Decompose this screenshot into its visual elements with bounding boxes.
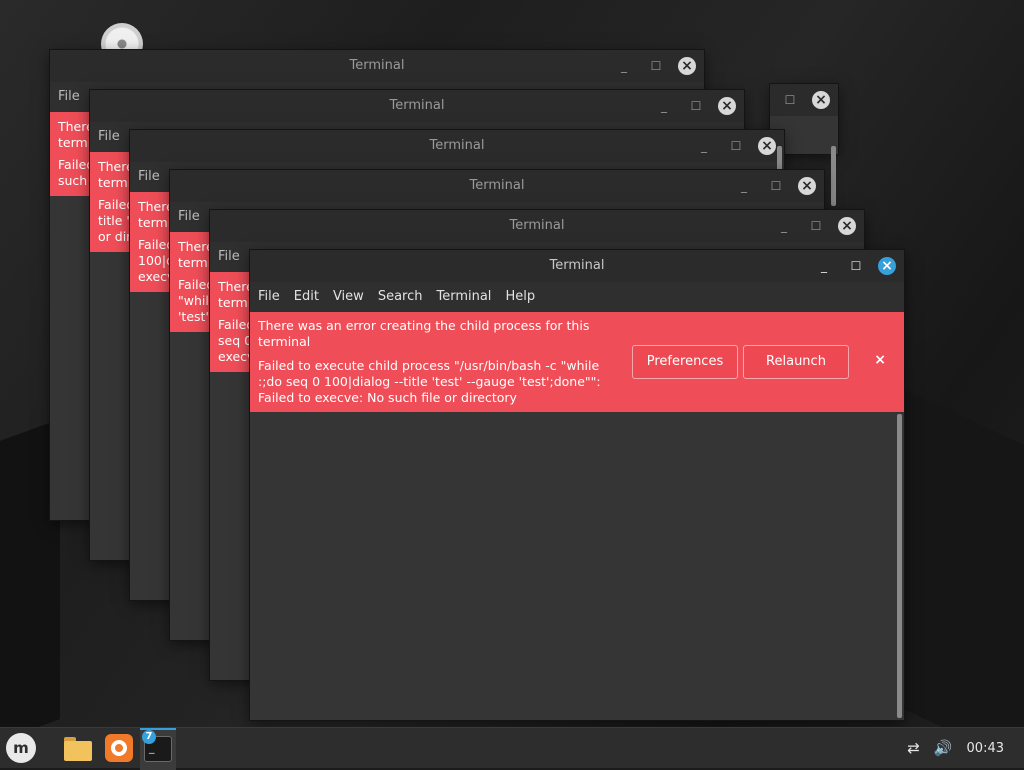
window-controls: _ ☐ × (614, 56, 696, 76)
window-title: Terminal (170, 170, 824, 202)
maximize-icon[interactable]: ☐ (726, 136, 746, 156)
menu-file[interactable]: File (258, 282, 280, 312)
scrollbar[interactable] (831, 146, 836, 206)
relaunch-button[interactable]: Relaunch (743, 345, 849, 379)
menu-file[interactable]: File (138, 162, 160, 192)
close-icon[interactable]: × (878, 257, 896, 275)
desktop: ☐ × Terminal _ ☐ × File There termi Fail… (0, 0, 1024, 728)
window-controls: _ ☐ × (734, 176, 816, 196)
maximize-icon[interactable]: ☐ (780, 90, 800, 110)
minimize-icon[interactable]: _ (614, 56, 634, 76)
close-icon[interactable]: × (812, 91, 830, 109)
error-infobar: There was an error creating the child pr… (250, 312, 904, 412)
menu-file[interactable]: File (98, 122, 120, 152)
window-title: Terminal (90, 90, 744, 122)
error-message: There was an error creating the child pr… (258, 318, 618, 408)
close-icon[interactable]: × (798, 177, 816, 195)
menu-file[interactable]: File (218, 242, 240, 272)
volume-icon[interactable]: 🔊 (934, 739, 953, 757)
minimize-icon[interactable]: _ (774, 216, 794, 236)
window-title: Terminal (50, 50, 704, 82)
close-icon[interactable]: × (718, 97, 736, 115)
maximize-icon[interactable]: ☐ (846, 256, 866, 276)
window-controls: ☐ × (780, 90, 830, 110)
window-title: Terminal (210, 210, 864, 242)
maximize-icon[interactable]: ☐ (686, 96, 706, 116)
window-count-badge: 7 (142, 730, 156, 744)
window-title: Terminal (250, 250, 904, 282)
minimize-icon[interactable]: _ (694, 136, 714, 156)
menu-file[interactable]: File (178, 202, 200, 232)
close-icon[interactable]: × (758, 137, 776, 155)
menu-help[interactable]: Help (505, 282, 535, 312)
menu-edit[interactable]: Edit (294, 282, 319, 312)
dismiss-error-icon[interactable]: × (874, 352, 886, 368)
linux-mint-menu-icon[interactable]: m (6, 733, 36, 763)
firefox-icon[interactable] (103, 732, 135, 764)
scrollbar[interactable] (897, 414, 902, 718)
error-detail: Failed to execute child process "/usr/bi… (258, 358, 601, 405)
clock[interactable]: 00:43 (967, 741, 1004, 756)
menu-view[interactable]: View (333, 282, 364, 312)
menubar: File Edit View Search Terminal Help (250, 282, 904, 312)
minimize-icon[interactable]: _ (814, 256, 834, 276)
maximize-icon[interactable]: ☐ (646, 56, 666, 76)
minimize-icon[interactable]: _ (734, 176, 754, 196)
close-icon[interactable]: × (678, 57, 696, 75)
minimize-icon[interactable]: _ (654, 96, 674, 116)
taskbar: m _ 7 ⇄ 🔊 00:43 (0, 727, 1024, 770)
close-icon[interactable]: × (838, 217, 856, 235)
terminal-body[interactable] (250, 412, 904, 720)
window-controls: _ ☐ × (694, 136, 776, 156)
terminal-window-active[interactable]: Terminal _ ☐ × File Edit View Search Ter… (250, 250, 904, 720)
maximize-icon[interactable]: ☐ (806, 216, 826, 236)
menu-file[interactable]: File (58, 82, 80, 112)
window-controls: _ ☐ × (654, 96, 736, 116)
wallpaper-shape (900, 387, 1024, 728)
preferences-button[interactable]: Preferences (632, 345, 738, 379)
maximize-icon[interactable]: ☐ (766, 176, 786, 196)
error-heading: There was an error creating the child pr… (258, 318, 590, 349)
terminal-taskbar-button[interactable]: _ 7 (140, 728, 176, 770)
menu-search[interactable]: Search (378, 282, 423, 312)
window-controls: _ ☐ × (774, 216, 856, 236)
system-tray: ⇄ 🔊 00:43 (907, 728, 1024, 768)
menu-terminal[interactable]: Terminal (436, 282, 491, 312)
window-controls: _ ☐ × (814, 256, 896, 276)
network-disconnected-icon[interactable]: ⇄ (907, 739, 920, 757)
files-icon[interactable] (62, 732, 94, 764)
window-title: Terminal (130, 130, 784, 162)
